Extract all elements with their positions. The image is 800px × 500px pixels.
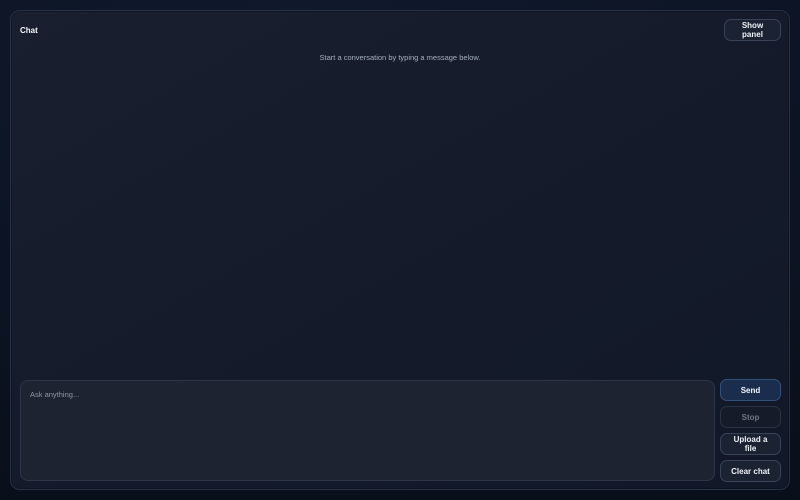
show-panel-button[interactable]: Show panel (724, 19, 781, 41)
send-button[interactable]: Send (720, 379, 781, 401)
empty-state-text: Start a conversation by typing a message… (319, 53, 481, 62)
message-input[interactable]: Ask anything... (20, 380, 715, 481)
stop-button[interactable]: Stop (720, 406, 781, 428)
message-input-placeholder: Ask anything... (30, 390, 80, 399)
page-title: Chat (20, 26, 38, 35)
chat-window: Chat Show panel Start a conversation by … (10, 10, 790, 490)
clear-chat-button[interactable]: Clear chat (720, 460, 781, 482)
upload-file-button[interactable]: Upload a file (720, 433, 781, 455)
